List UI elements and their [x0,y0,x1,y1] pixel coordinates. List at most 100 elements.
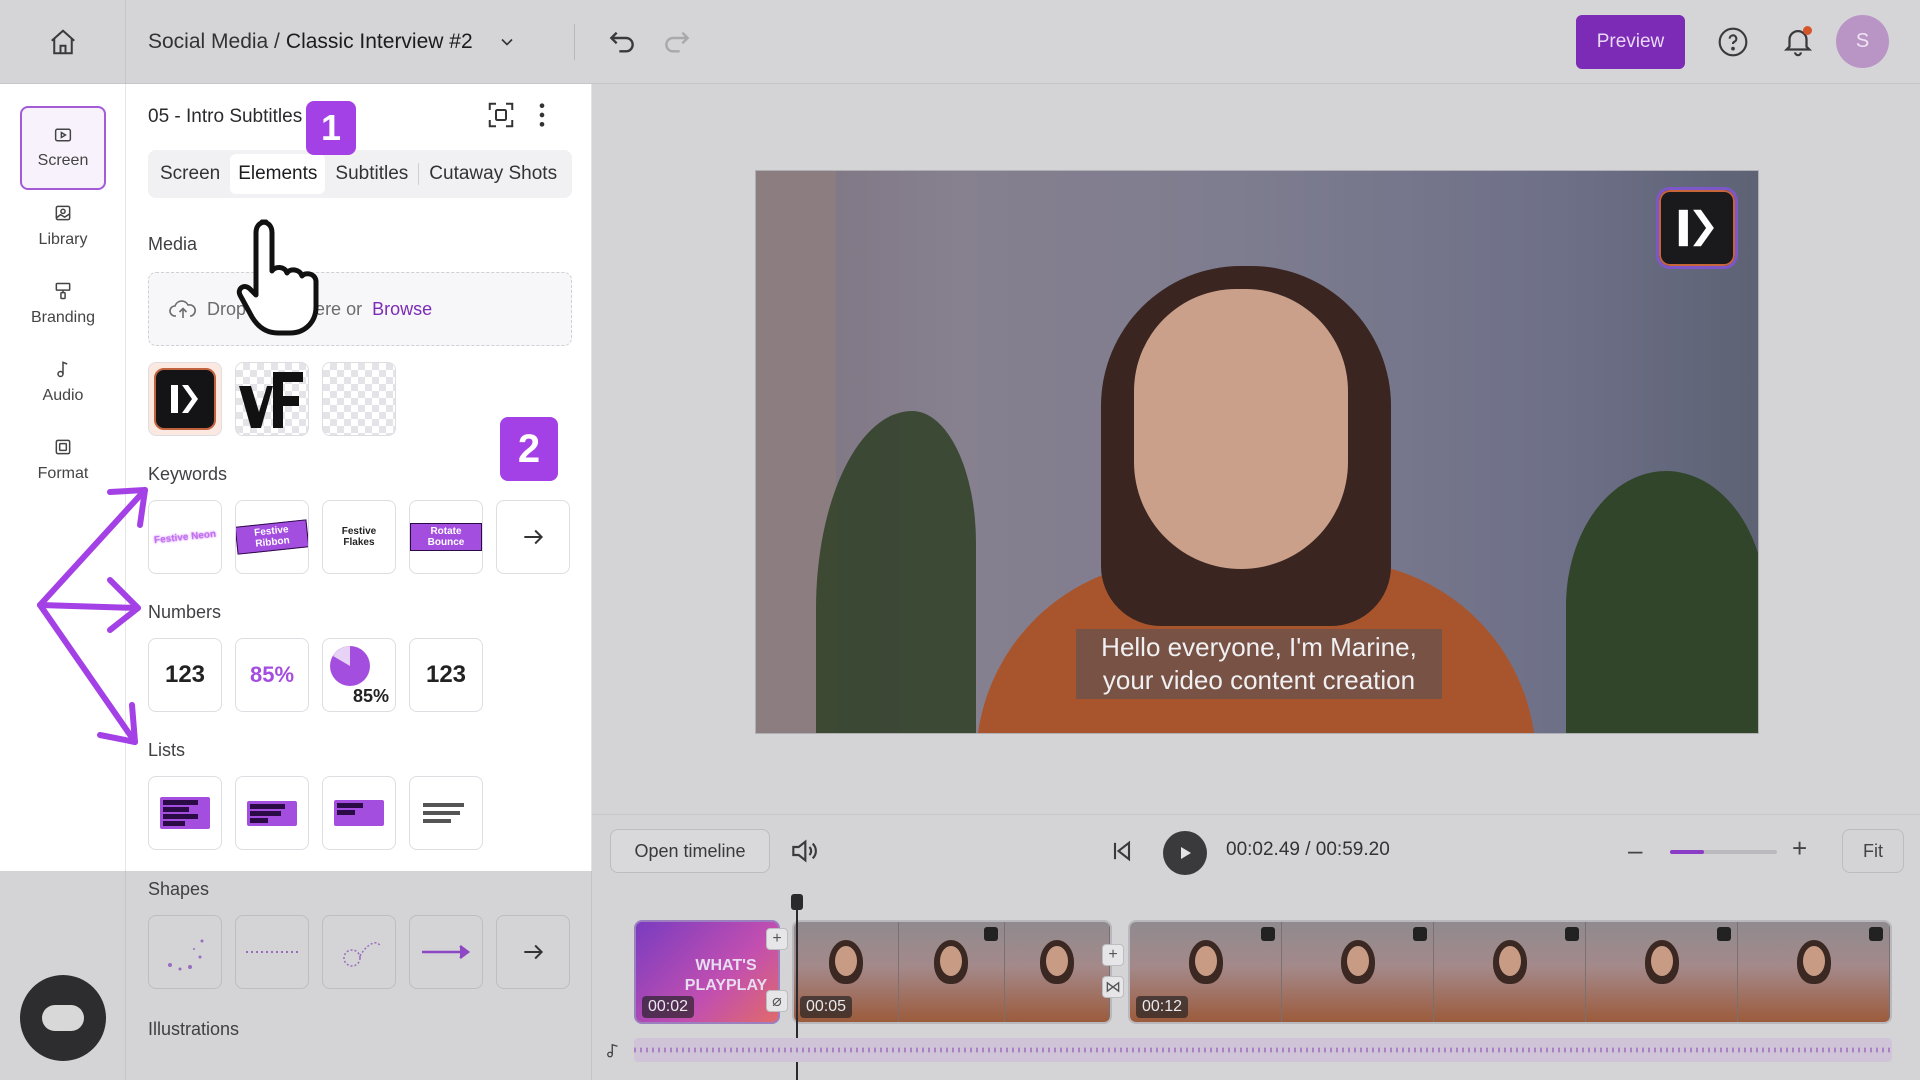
video-subtitle[interactable]: Hello everyone, I'm Marine, your video c… [1076,629,1442,699]
tab-cutaway-shots[interactable]: Cutaway Shots [421,154,565,194]
shape-sparkles[interactable] [148,915,222,989]
tab-subtitles[interactable]: Subtitles [327,154,416,194]
timecode: 00:02.49 / 00:59.20 [1226,839,1390,860]
media-thumb-monogram[interactable] [235,362,309,436]
home-button[interactable] [0,0,126,84]
sparkles-icon [168,939,204,971]
purple-arrow-icon [422,945,471,959]
video-plant-left [816,411,976,733]
shape-swirl[interactable] [322,915,396,989]
subtitle-line: your video content creation [1102,665,1416,695]
rail-item-label: Audio [42,387,84,404]
toolbar-divider [574,24,575,60]
swirl-icon [343,942,381,967]
rail-item-screen[interactable]: Screen [20,106,106,190]
undo-icon[interactable] [606,26,638,58]
redo-icon[interactable] [661,26,693,58]
number-counter-alt[interactable]: 123 [409,638,483,712]
zoom-out-button[interactable]: – [1628,835,1642,866]
number-label: 85% [249,662,295,687]
pie-chart-icon [330,646,370,686]
tab-screen[interactable]: Screen [152,154,228,194]
pointer-hand-icon [236,214,340,343]
transition-hidden-icon[interactable]: ⌀ [766,990,788,1012]
keywords-more-button[interactable] [496,500,570,574]
play-button[interactable] [1163,831,1207,875]
list-style-4[interactable] [409,776,483,850]
number-counter[interactable]: 123 [148,638,222,712]
shape-dotted-line[interactable] [235,915,309,989]
timeline-clip-intro[interactable]: WHAT'S PLAYPLAY 00:02 [634,920,780,1024]
fit-button[interactable]: Fit [1842,829,1904,873]
list-preview [160,797,210,829]
keyword-label: Rotate Bounce [410,523,482,551]
step-badge-1: 1 [306,101,356,155]
rail-item-audio[interactable]: Audio [20,340,106,424]
chevron-down-icon[interactable] [497,32,517,52]
focus-frame-icon[interactable] [486,100,516,135]
media-thumb-transparent[interactable] [322,362,396,436]
zoom-slider[interactable] [1670,850,1777,854]
notifications-bell-icon[interactable] [1781,24,1815,58]
keyword-festive-neon[interactable]: Festive Neon [148,500,222,574]
list-style-2[interactable] [235,776,309,850]
clip-duration: 00:05 [800,996,853,1018]
transition-icon[interactable]: ⋈ [1102,976,1124,998]
shapes-section-label: Shapes [148,879,210,899]
numbers-section-label: Numbers [148,602,222,622]
keyword-label: Festive Flakes [341,526,377,548]
number-label: 123 [164,661,206,688]
number-pie-percentage[interactable]: 85% [322,638,396,712]
video-person-face [1134,289,1348,569]
keywords-section-label: Keywords [148,464,228,484]
browse-link[interactable]: Browse [372,299,432,320]
cloud-upload-icon [169,300,196,318]
project-title[interactable]: Classic Interview #2 [286,30,473,54]
top-bar: Social Media / Classic Interview #2 Prev… [0,0,1920,84]
keyword-rotate-bounce[interactable]: Rotate Bounce [409,500,483,574]
library-icon [55,205,71,221]
number-percentage[interactable]: 85% [235,638,309,712]
rail-item-library[interactable]: Library [20,184,106,268]
tab-elements[interactable]: Elements [230,154,326,194]
subtitle-line: Hello everyone, I'm Marine, [1101,632,1417,662]
add-scene-button[interactable]: + [1102,944,1124,966]
arrow-right-icon [524,529,544,545]
chat-bubble-icon [42,1005,84,1031]
rail-item-branding[interactable]: Branding [20,262,106,346]
open-timeline-button[interactable]: Open timeline [610,829,770,873]
support-chat-button[interactable] [20,975,106,1061]
list-style-3[interactable] [322,776,396,850]
timeline-clip-3[interactable]: 00:12 [1128,920,1892,1024]
breadcrumb: Social Media / Classic Interview #2 [148,0,517,84]
rail-item-label: Branding [30,309,96,326]
breadcrumb-parent[interactable]: Social Media / [148,30,280,54]
help-icon[interactable] [1717,26,1749,58]
timeline-clip-2[interactable]: 00:05 [792,920,1112,1024]
audio-track[interactable] [634,1038,1892,1062]
arrow-right-icon [524,944,544,960]
keyword-label: Festive Ribbon [236,519,308,555]
shape-arrow[interactable] [409,915,483,989]
add-scene-button[interactable]: + [766,928,788,950]
shapes-more-button[interactable] [496,915,570,989]
audio-note-icon [57,361,68,378]
clip-intro-title: WHAT'S PLAYPLAY [684,957,768,994]
preview-button[interactable]: Preview [1576,15,1685,69]
media-thumb-logo[interactable] [148,362,222,436]
keyword-festive-flakes[interactable]: Festive Flakes [322,500,396,574]
play-icon [1181,847,1191,859]
number-label: 85% [352,686,389,706]
skip-to-start-icon[interactable] [1108,837,1136,870]
volume-icon[interactable] [788,835,820,872]
list-style-1[interactable] [148,776,222,850]
zoom-in-button[interactable]: + [1792,833,1807,864]
video-preview[interactable]: Hello everyone, I'm Marine, your video c… [755,170,1759,734]
avatar[interactable]: S [1836,15,1889,68]
keyword-festive-ribbon[interactable]: Festive Ribbon [235,500,309,574]
media-dropzone[interactable]: Drop media here or Browse [148,272,572,346]
scene-title: 05 - Intro Subtitles [148,106,303,127]
more-vertical-icon[interactable] [536,101,548,134]
rail-item-label: Library [38,231,88,248]
video-brand-logo[interactable] [1656,187,1738,269]
